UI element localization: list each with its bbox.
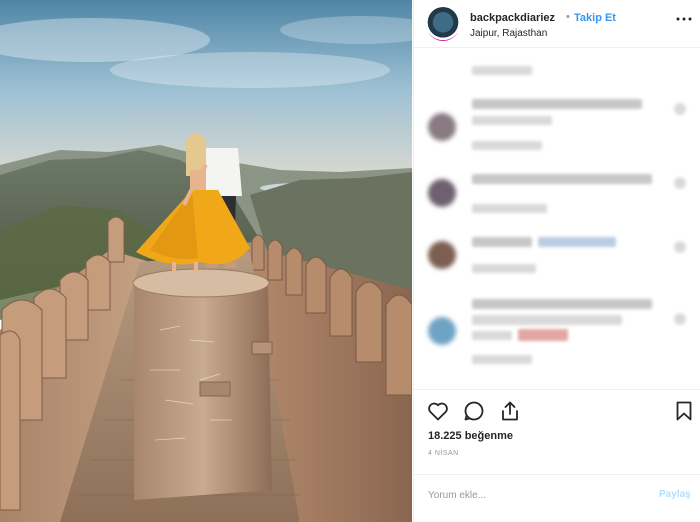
more-options-icon[interactable]: [676, 16, 692, 22]
blurred-text: [472, 331, 512, 340]
like-count[interactable]: 18.225 beğenme: [428, 430, 513, 442]
avatar[interactable]: [426, 7, 460, 41]
separator-dot: •: [566, 11, 570, 23]
blurred-heart-icon: [674, 313, 686, 325]
blurred-heart-icon: [674, 241, 686, 253]
blurred-text: [472, 299, 652, 309]
blurred-text: [472, 174, 652, 184]
post-date: 4 NİSAN: [428, 450, 459, 457]
share-icon[interactable]: [498, 399, 522, 423]
blurred-heart-icon: [674, 103, 686, 115]
couple-on-fort-wall-image: [0, 0, 412, 522]
username-link[interactable]: backpackdiariez: [470, 12, 555, 24]
blurred-text: [472, 237, 532, 247]
post-header: backpackdiariez • Takip Et Jaipur, Rajas…: [414, 0, 700, 48]
bookmark-icon[interactable]: [672, 399, 696, 423]
blurred-text: [472, 204, 547, 213]
blurred-heart-icon: [674, 177, 686, 189]
comment-avatar: [428, 317, 456, 345]
post-comment-button[interactable]: Paylaş: [659, 489, 691, 500]
comment-avatar: [428, 179, 456, 207]
comment-input[interactable]: [428, 485, 648, 505]
comment-avatar: [428, 241, 456, 269]
heart-icon[interactable]: [426, 399, 450, 423]
follow-button[interactable]: Takip Et: [574, 12, 616, 24]
comment-icon[interactable]: [462, 399, 486, 423]
post-photo[interactable]: [0, 0, 412, 522]
post-side-panel: backpackdiariez • Takip Et Jaipur, Rajas…: [413, 0, 700, 522]
blurred-text: [472, 116, 552, 125]
blurred-text: [472, 355, 532, 364]
blurred-emoji: [518, 329, 568, 341]
blurred-text: [538, 237, 616, 247]
blurred-text: [472, 141, 542, 150]
blurred-text: [472, 99, 642, 109]
blurred-text: [472, 66, 532, 75]
comment-form: Paylaş: [414, 474, 700, 514]
blurred-text: [472, 315, 622, 325]
comment-list: [414, 49, 700, 389]
location-link[interactable]: Jaipur, Rajasthan: [470, 28, 547, 39]
comment-avatar: [428, 113, 456, 141]
blurred-text: [472, 264, 536, 273]
